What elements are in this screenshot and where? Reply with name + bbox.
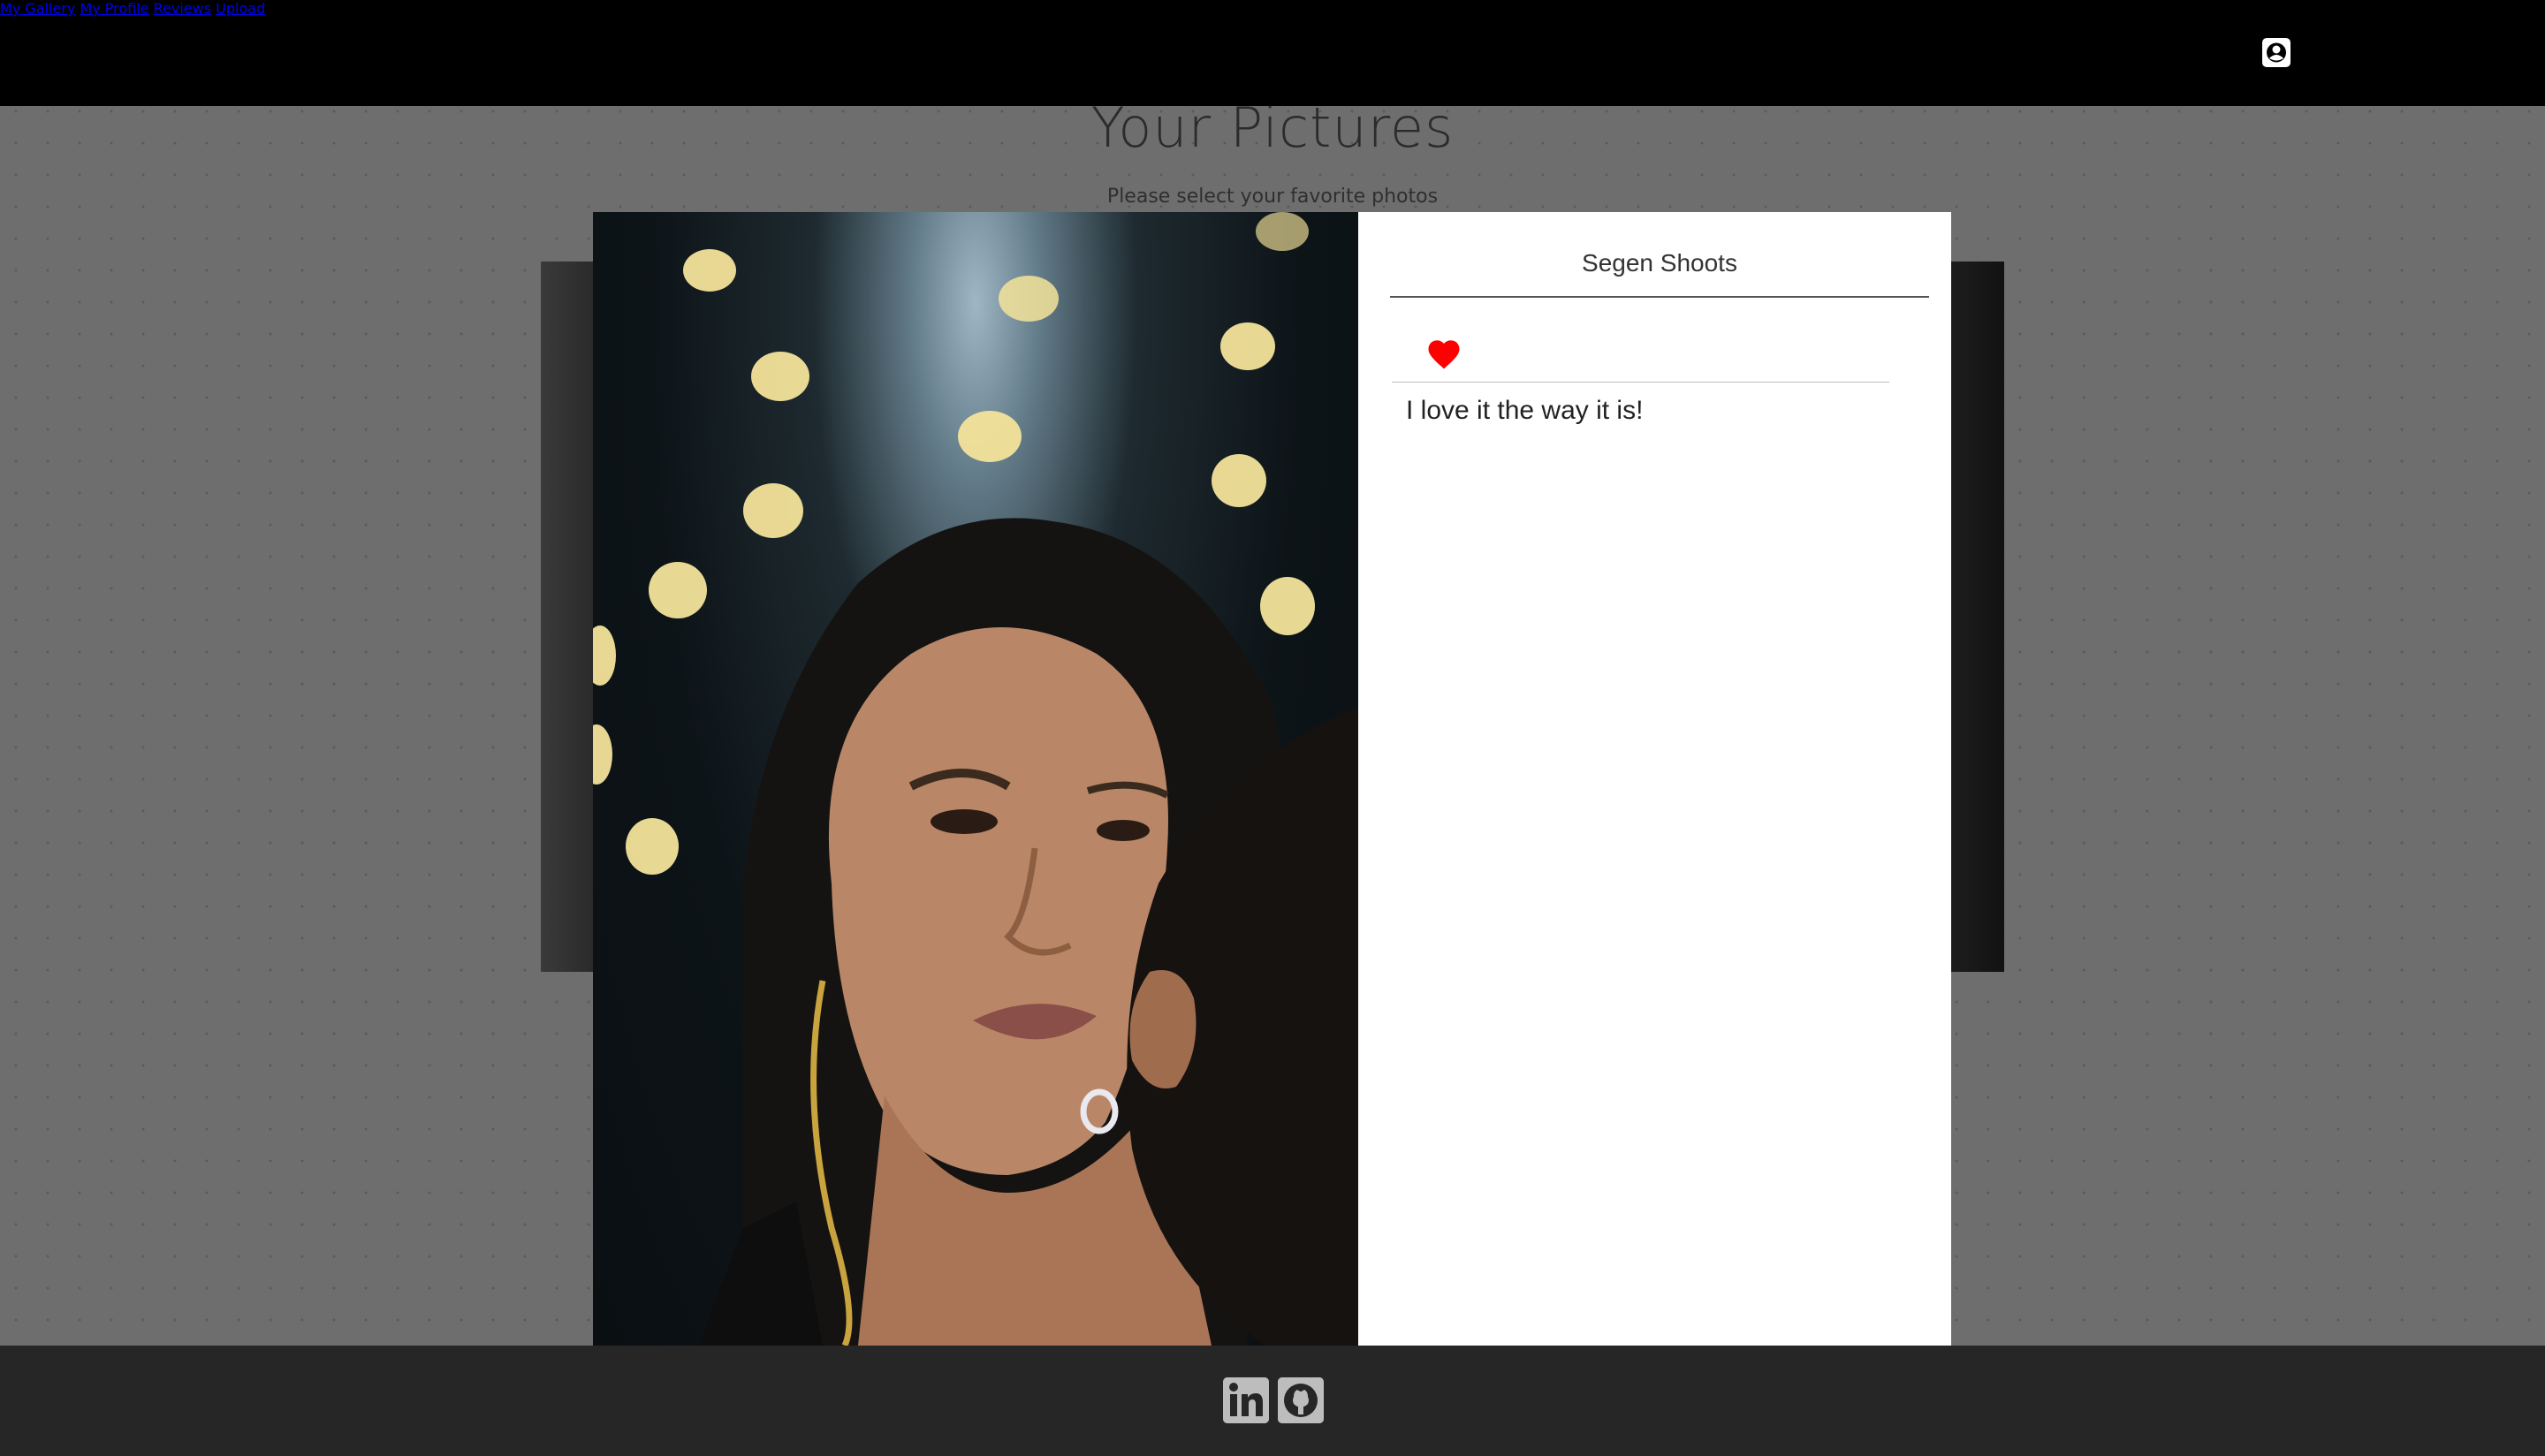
photo-modal: Segen Shoots I love it the way it is!	[593, 212, 1951, 1346]
review-panel: Segen Shoots I love it the way it is!	[1358, 212, 1951, 1346]
github-icon[interactable]	[1278, 1377, 1324, 1423]
favorite-heart-icon[interactable]	[1425, 336, 1462, 373]
user-icon[interactable]	[2262, 38, 2290, 67]
nav-my-profile[interactable]: My Profile	[80, 0, 148, 17]
portrait-photo	[593, 212, 1358, 1346]
top-navbar: My Gallery My Profile Reviews Upload	[0, 0, 2545, 106]
review-divider	[1392, 382, 1889, 383]
footer	[0, 1346, 2545, 1456]
nav-reviews[interactable]: Reviews	[154, 0, 211, 17]
linkedin-icon[interactable]	[1223, 1377, 1269, 1423]
photographer-name: Segen Shoots	[1582, 249, 1737, 277]
nav-my-gallery[interactable]: My Gallery	[0, 0, 75, 17]
title-divider	[1390, 296, 1929, 298]
carousel-prev-photo[interactable]	[541, 262, 594, 972]
review-comment: I love it the way it is!	[1406, 396, 1644, 425]
carousel-next-photo[interactable]	[1949, 262, 2004, 972]
page-subtitle: Please select your favorite photos	[1106, 186, 1439, 208]
nav-upload[interactable]: Upload	[216, 0, 265, 17]
